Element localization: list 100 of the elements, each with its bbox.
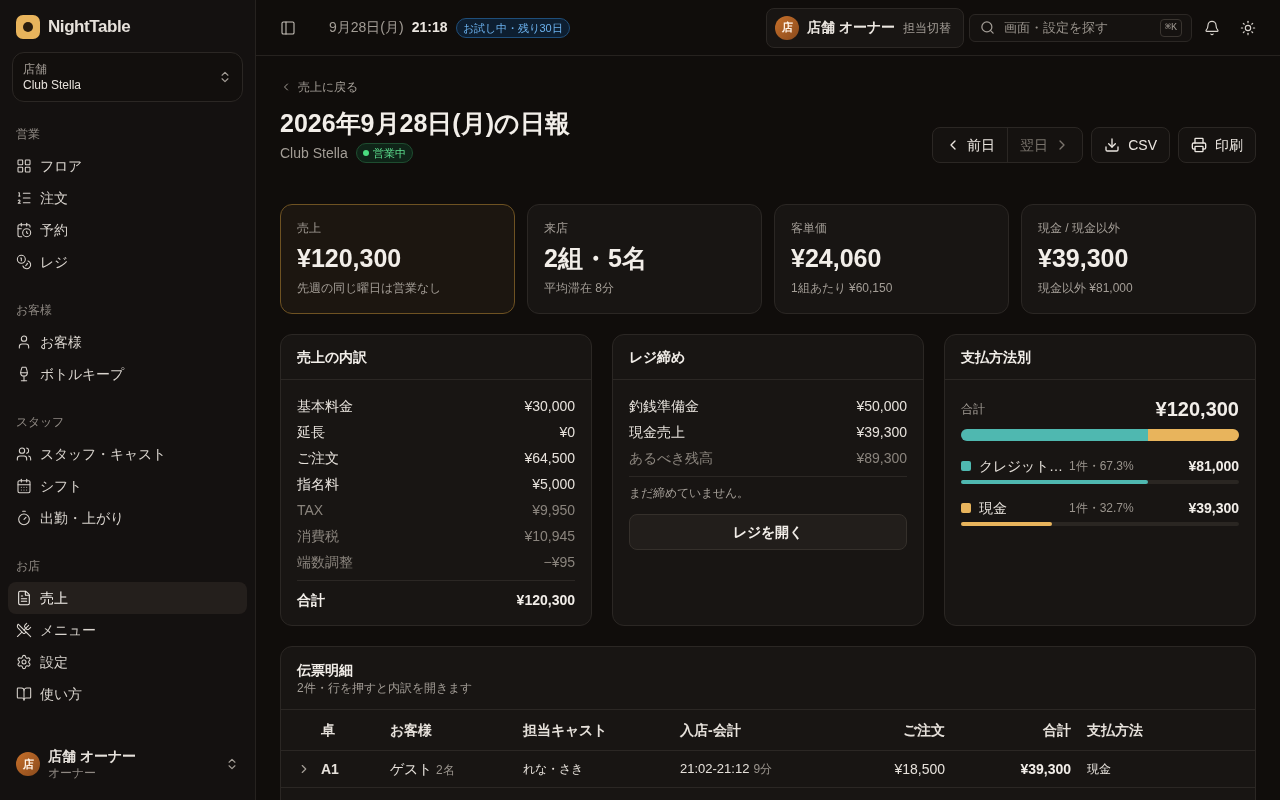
sidebar-toggle-icon[interactable] <box>280 19 296 36</box>
nav-item[interactable]: レジ <box>8 246 247 278</box>
store-switcher-label: 店舗 <box>23 61 48 77</box>
back-link[interactable]: 売上に戻る <box>280 79 358 95</box>
payment-total-value: ¥120,300 <box>1155 397 1239 422</box>
nav-section-title: 営業 <box>16 126 40 143</box>
kpi-label: 売上 <box>297 220 322 236</box>
stay-duration: 9分 <box>753 761 773 779</box>
search-icon <box>980 19 995 35</box>
table-cell-text: A1 <box>321 759 339 779</box>
payment-total-label: 合計 <box>961 401 985 418</box>
table-row[interactable]: A1 ゲスト 2名 れな・さき 21:02-21:12 9分 ¥18,500 ¥39,300 現金 <box>281 751 1255 788</box>
row-label: 端数調整 <box>297 552 353 572</box>
trial-badge: お試し中・残り30日 <box>455 17 570 38</box>
nav-item[interactable]: スタッフ・キャスト <box>8 438 247 470</box>
header-date: 9月28日(月) <box>329 18 404 37</box>
book-icon <box>16 686 32 702</box>
row-value: ¥9,950 <box>532 500 575 520</box>
nav-item[interactable]: メニュー <box>8 614 247 646</box>
store-name: Club Stella <box>280 143 348 163</box>
column-header: 支払方法 <box>1087 720 1143 740</box>
nav-item[interactable]: お客様 <box>8 326 247 358</box>
table-cell-text: ¥18,500 <box>894 759 945 779</box>
nav-item[interactable]: ボトルキープ <box>8 358 247 390</box>
kpi-note: 平均滞在 8分 <box>544 280 615 296</box>
print-button[interactable]: 印刷 <box>1178 127 1256 163</box>
kpi-label: 来店 <box>544 220 569 236</box>
slips-subtitle: 2件・行を押すと内訳を開きます <box>297 680 473 696</box>
method-amount: ¥39,300 <box>1188 498 1239 518</box>
open-register-button[interactable]: レジを開く <box>629 514 907 550</box>
column-header: 担当キャスト <box>523 720 607 740</box>
printer-icon <box>1191 137 1207 153</box>
nav-item[interactable]: 使い方 <box>8 678 247 710</box>
party-size: 2名 <box>436 761 455 779</box>
row-label: 延長 <box>297 422 325 442</box>
theme-sun-icon[interactable] <box>1240 19 1256 36</box>
kpi-value: ¥120,300 <box>297 243 403 274</box>
nav-section-title: お客様 <box>16 302 52 319</box>
method-detail: 1件・67.3% <box>1069 458 1134 475</box>
nav-item[interactable]: 予約 <box>8 214 247 246</box>
utensils-icon <box>16 622 32 638</box>
csv-button[interactable]: CSV <box>1091 127 1170 163</box>
calendar-icon <box>16 478 32 494</box>
nav-item[interactable]: シフト <box>8 470 247 502</box>
nav-item[interactable]: 出勤・上がり <box>8 502 247 534</box>
person-icon <box>16 334 32 350</box>
numbered-list-icon <box>16 190 32 206</box>
table-cell-text: れな・さき <box>523 761 583 778</box>
user-name: 店舗 オーナー <box>48 747 137 765</box>
calendar-clock-icon <box>16 222 32 238</box>
column-header: 合計 <box>1043 720 1071 740</box>
kpi-label: 客単価 <box>791 220 828 236</box>
account-name: 店舗 オーナー <box>807 18 895 37</box>
avatar: 店 <box>775 15 800 40</box>
row-value: ¥39,300 <box>856 422 907 442</box>
row-label: ご注文 <box>297 448 339 468</box>
nav-item[interactable]: 設定 <box>8 646 247 678</box>
header-time: 21:18 <box>411 18 448 37</box>
row-label: TAX <box>297 500 324 520</box>
row-label: 基本料金 <box>297 396 353 416</box>
user-role: オーナー <box>48 765 97 781</box>
row-value: −¥95 <box>543 552 575 572</box>
slips-title: 伝票明細 <box>297 661 354 680</box>
people-icon <box>16 446 32 462</box>
user-menu[interactable]: 店 店舗 オーナー オーナー <box>8 742 247 786</box>
panel-title: レジ締め <box>629 347 685 367</box>
column-header: お客様 <box>390 720 432 740</box>
store-switcher-value: Club Stella <box>23 77 82 93</box>
status-dot-icon <box>362 150 369 156</box>
table-cell-text: 現金 <box>1087 761 1111 778</box>
previous-day-button[interactable]: 前日 <box>933 128 1008 162</box>
row-value: ¥10,945 <box>524 526 575 546</box>
nav-section-title: スタッフ <box>16 414 64 431</box>
register-note: まだ締めていません。 <box>629 485 750 501</box>
row-value: ¥0 <box>559 422 575 442</box>
method-name: 現金 <box>979 498 1008 518</box>
kpi-label: 現金 / 現金以外 <box>1038 220 1121 236</box>
nav-item[interactable]: フロア <box>8 150 247 182</box>
visit-time: 21:02-21:12 <box>680 760 750 779</box>
account-switch-label: 担当切替 <box>903 19 951 37</box>
nav-item[interactable]: 注文 <box>8 182 247 214</box>
logo-icon <box>16 15 40 39</box>
method-name: クレジット… <box>979 456 1064 476</box>
store-switcher[interactable]: 店舗 Club Stella <box>12 52 243 102</box>
kpi-note: 現金以外 ¥81,000 <box>1038 280 1134 296</box>
panel-title: 売上の内訳 <box>297 347 367 367</box>
row-value: ¥64,500 <box>524 448 575 468</box>
grid-icon <box>16 158 32 174</box>
avatar: 店 <box>16 752 40 776</box>
kpi-note: 先週の同じ曜日は営業なし <box>297 280 442 296</box>
row-label: あるべき残高 <box>629 448 713 468</box>
settings-icon <box>16 654 32 670</box>
nav-item[interactable]: 売上 <box>8 582 247 614</box>
kpi-note: 1組あたり ¥60,150 <box>791 280 894 296</box>
row-label: 釣銭準備金 <box>629 396 699 416</box>
row-value: ¥50,000 <box>856 396 907 416</box>
notification-bell-icon[interactable] <box>1204 19 1220 36</box>
column-header: 入店-会計 <box>680 720 741 740</box>
account-switcher[interactable]: 店 店舗 オーナー 担当切替 <box>766 7 964 48</box>
page-title: 2026年9月28日(月)の日報 <box>280 108 570 139</box>
